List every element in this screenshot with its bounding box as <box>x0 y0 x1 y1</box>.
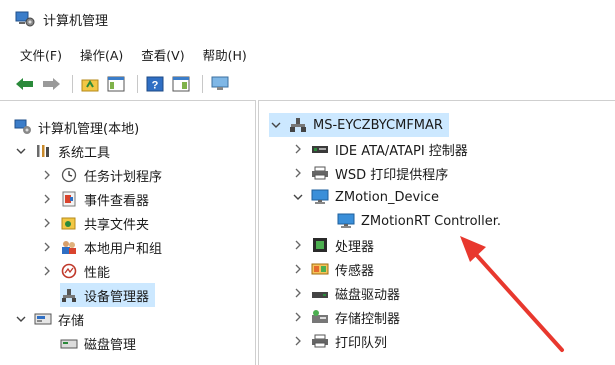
back-arrow-icon[interactable] <box>14 73 36 95</box>
device-item-zmotionrt-controller[interactable]: ZMotionRT Controller. <box>337 209 501 233</box>
device-category-sensor[interactable]: 传感器 <box>291 257 374 281</box>
window-title: 计算机管理 <box>43 13 109 29</box>
tree-item-storage[interactable]: 存储 <box>14 307 84 331</box>
device-root-label: MS-EYCZBYCMFMAR <box>313 117 443 133</box>
device-item-label: ZMotionRT Controller. <box>361 213 502 229</box>
chevron-right-icon[interactable] <box>291 334 305 348</box>
tree-item-label: 任务计划程序 <box>84 169 163 185</box>
chevron-right-icon[interactable] <box>291 166 305 180</box>
device-category-label: 存储控制器 <box>335 311 401 327</box>
device-category-label: 传感器 <box>335 263 375 279</box>
tree-item-computer-management[interactable]: 计算机管理(本地) <box>14 115 139 139</box>
window-titlebar: 计算机管理 <box>0 0 615 38</box>
ide-controller-icon <box>311 141 329 157</box>
device-category-disk-drives[interactable]: 磁盘驱动器 <box>291 281 400 305</box>
print-queue-icon <box>311 333 329 349</box>
menu-bar: 文件(F) 操作(A) 查看(V) 帮助(H) <box>0 42 615 66</box>
device-category-wsd[interactable]: WSD 打印提供程序 <box>291 161 448 185</box>
tree-item-system-tools[interactable]: 系统工具 <box>14 139 110 163</box>
disk-management-icon <box>60 335 78 351</box>
chevron-right-icon[interactable] <box>291 238 305 252</box>
chevron-right-icon[interactable] <box>40 264 54 278</box>
device-category-zmotion[interactable]: ZMotion_Device <box>291 185 439 209</box>
help-icon[interactable]: ? <box>144 73 166 95</box>
tree-item-label: 本地用户和组 <box>84 241 163 257</box>
chevron-right-icon[interactable] <box>40 240 54 254</box>
toolbar-separator <box>202 75 203 93</box>
event-viewer-icon <box>60 191 78 207</box>
tree-item-label: 共享文件夹 <box>84 217 150 233</box>
menu-action[interactable]: 操作(A) <box>80 45 123 64</box>
disk-drive-icon <box>311 285 329 301</box>
menu-file[interactable]: 文件(F) <box>20 45 62 64</box>
computer-management-icon <box>14 119 32 135</box>
tree-item-shared-folders[interactable]: 共享文件夹 <box>40 211 149 235</box>
device-category-processor[interactable]: 处理器 <box>291 233 374 257</box>
left-tree-pane: 计算机管理(本地) 系统工具 任务计划程序 事件查看器 共享文件夹 本地用户和组… <box>0 100 256 365</box>
menu-help[interactable]: 帮助(H) <box>203 45 247 64</box>
tree-item-local-users-groups[interactable]: 本地用户和组 <box>40 235 162 259</box>
users-icon <box>60 239 78 255</box>
toolbar-separator <box>137 75 138 93</box>
chevron-right-icon[interactable] <box>291 142 305 156</box>
device-category-label: IDE ATA/ATAPI 控制器 <box>335 143 468 159</box>
tree-item-label: 磁盘管理 <box>84 337 137 353</box>
chevron-right-icon[interactable] <box>291 310 305 324</box>
chevron-right-icon[interactable] <box>40 192 54 206</box>
shared-folder-icon <box>60 215 78 231</box>
device-manager-icon <box>60 287 78 303</box>
tree-item-label: 设备管理器 <box>84 289 150 305</box>
chevron-right-icon[interactable] <box>40 216 54 230</box>
device-category-ide[interactable]: IDE ATA/ATAPI 控制器 <box>291 137 468 161</box>
folder-up-icon[interactable] <box>79 73 101 95</box>
device-category-label: 磁盘驱动器 <box>335 287 401 303</box>
tree-item-label: 性能 <box>84 265 111 281</box>
tree-item-label: 事件查看器 <box>84 193 150 209</box>
monitor-icon <box>337 213 355 229</box>
chevron-down-icon[interactable] <box>14 312 28 326</box>
chevron-right-icon[interactable] <box>291 286 305 300</box>
storage-icon <box>34 311 52 327</box>
chevron-right-icon[interactable] <box>40 168 54 182</box>
svg-text:?: ? <box>152 80 159 92</box>
tree-item-event-viewer[interactable]: 事件查看器 <box>40 187 149 211</box>
device-category-label: 打印队列 <box>335 335 388 351</box>
monitor-icon <box>311 189 329 205</box>
tools-icon <box>34 143 52 159</box>
tree-item-performance[interactable]: 性能 <box>40 259 110 283</box>
processor-icon <box>311 237 329 253</box>
toolbar-separator <box>72 75 73 93</box>
chevron-down-icon[interactable] <box>269 118 283 132</box>
device-category-storage-controllers[interactable]: 存储控制器 <box>291 305 400 329</box>
toolbar: ? <box>0 70 615 98</box>
menu-view[interactable]: 查看(V) <box>141 45 184 64</box>
forward-arrow-icon[interactable] <box>40 73 62 95</box>
device-category-label: ZMotion_Device <box>335 189 439 205</box>
performance-icon <box>60 263 78 279</box>
device-category-label: WSD 打印提供程序 <box>335 167 449 183</box>
tree-item-device-manager[interactable]: 设备管理器 <box>60 283 156 307</box>
tree-item-label: 系统工具 <box>58 145 111 161</box>
tree-item-label: 计算机管理(本地) <box>38 121 140 137</box>
properties-icon[interactable] <box>170 73 192 95</box>
storage-controller-icon <box>311 309 329 325</box>
sensor-icon <box>311 261 329 277</box>
tree-item-task-scheduler[interactable]: 任务计划程序 <box>40 163 162 187</box>
chevron-down-icon[interactable] <box>14 144 28 158</box>
right-tree-pane: MS-EYCZBYCMFMAR IDE ATA/ATAPI 控制器 WSD 打印… <box>258 100 615 365</box>
chevron-right-icon[interactable] <box>291 262 305 276</box>
device-root-computer[interactable]: MS-EYCZBYCMFMAR <box>269 113 449 137</box>
clock-icon <box>60 167 78 183</box>
printer-icon <box>311 165 329 181</box>
tree-item-disk-management[interactable]: 磁盘管理 <box>60 331 136 355</box>
computer-icon <box>289 117 307 133</box>
computer-management-icon <box>15 10 35 28</box>
device-category-print-queues[interactable]: 打印队列 <box>291 329 387 353</box>
tree-item-label: 存储 <box>58 313 85 329</box>
monitor-icon[interactable] <box>209 73 231 95</box>
chevron-down-icon[interactable] <box>291 190 305 204</box>
show-hide-tree-icon[interactable] <box>105 73 127 95</box>
device-category-label: 处理器 <box>335 239 375 255</box>
